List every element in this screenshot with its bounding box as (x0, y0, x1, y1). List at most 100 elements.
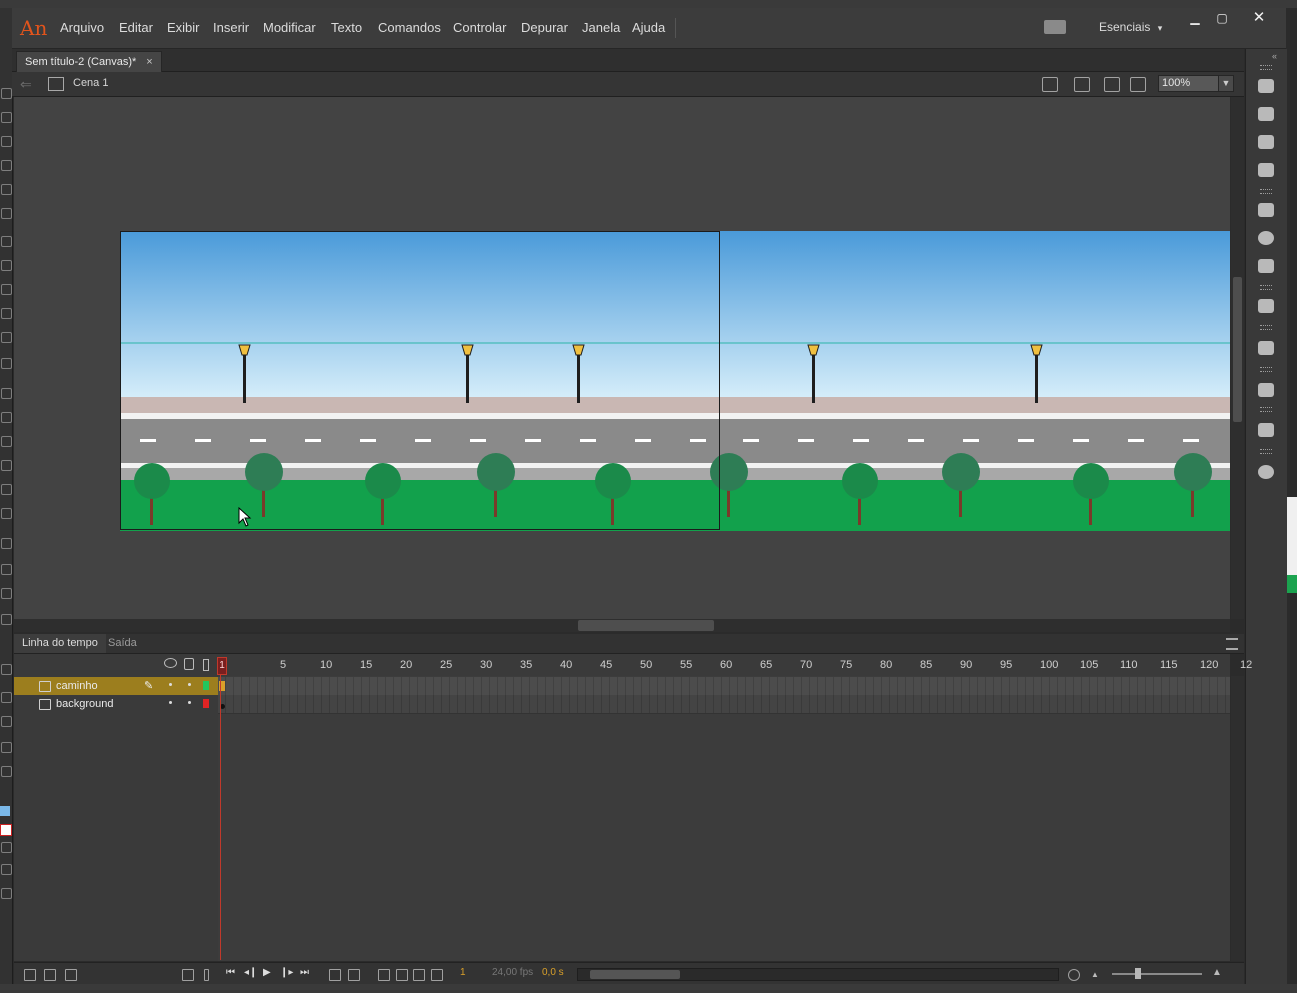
asset-warp-tool-icon[interactable] (1, 588, 12, 599)
lock-icon[interactable] (184, 658, 194, 670)
close-tab-icon[interactable]: × (146, 56, 152, 68)
library-panel-icon[interactable] (1258, 107, 1274, 121)
layer-name[interactable]: caminho (56, 680, 98, 692)
motion-presets-icon[interactable] (1258, 299, 1274, 313)
line-tool-icon[interactable] (1, 260, 12, 271)
menu-depurar[interactable]: Depurar (521, 20, 568, 35)
workspace-switcher[interactable]: Esenciais ▾ (1099, 20, 1162, 34)
zoom-in-icon[interactable]: ▲ (1212, 967, 1222, 978)
stroke-color-swatch[interactable] (0, 806, 10, 816)
pen-tool-icon[interactable] (1, 184, 12, 195)
visibility-dot[interactable] (169, 683, 172, 686)
stage-horizontal-scrollbar[interactable] (14, 619, 1230, 632)
paint-brush-tool-icon[interactable] (1, 332, 12, 343)
menu-comandos[interactable]: Comandos (378, 20, 441, 35)
color-panel-icon[interactable] (1258, 135, 1274, 149)
actions-panel-icon[interactable] (1258, 465, 1274, 479)
frame-grid[interactable] (218, 676, 1230, 961)
step-forward-icon[interactable]: ❙▸ (280, 967, 293, 978)
menu-texto[interactable]: Texto (331, 20, 362, 35)
modify-onion-markers-icon[interactable] (431, 969, 443, 981)
deco-tool-icon[interactable] (1, 614, 12, 625)
new-folder-icon[interactable] (44, 969, 56, 981)
step-back-icon[interactable]: ◂❙ (244, 967, 257, 978)
info-panel-icon[interactable] (1258, 231, 1274, 245)
menu-arquivo[interactable]: Arquivo (60, 20, 104, 35)
lock-dot[interactable] (188, 701, 191, 704)
frame-tool-icon[interactable] (1, 692, 12, 703)
new-layer-icon[interactable] (24, 969, 36, 981)
dock-grip[interactable] (1260, 407, 1272, 412)
scroll-thumb[interactable] (578, 620, 714, 631)
cc-libraries-icon[interactable] (1258, 341, 1274, 355)
collapse-dock-icon[interactable]: « (1272, 51, 1277, 61)
maximize-button[interactable]: ▢ (1211, 11, 1233, 27)
dock-grip[interactable] (1260, 449, 1272, 454)
panel-menu-icon[interactable] (1226, 638, 1238, 650)
layer-color-swatch[interactable] (203, 681, 209, 690)
edit-scene-icon[interactable] (1042, 77, 1058, 92)
paint-bucket-tool-icon[interactable] (1, 412, 12, 423)
edit-multiple-frames-icon[interactable] (413, 969, 425, 981)
transform-panel-icon[interactable] (1258, 259, 1274, 273)
rotate-tool-icon[interactable] (1, 564, 12, 575)
onion-skin-outlines-icon[interactable] (396, 969, 408, 981)
zoom-tool-icon[interactable] (1, 766, 12, 777)
frame-rate[interactable]: 24,00 fps (492, 967, 533, 978)
menu-inserir[interactable]: Inserir (213, 20, 249, 35)
menu-modificar[interactable]: Modificar (263, 20, 316, 35)
loop-icon[interactable] (329, 969, 341, 981)
elapsed-time[interactable]: 0,0 s (542, 967, 564, 978)
current-frame[interactable]: 1 (460, 967, 466, 978)
selection-tool-icon[interactable] (1, 88, 12, 99)
minimize-button[interactable]: ▁ (1184, 11, 1206, 27)
visibility-dot[interactable] (169, 701, 172, 704)
properties-panel-icon[interactable] (1258, 79, 1274, 93)
delete-layer-icon[interactable] (65, 969, 77, 981)
bar-tool-icon[interactable] (1, 664, 12, 675)
swap-colors-icon[interactable] (1, 842, 12, 853)
playhead[interactable]: 1 (217, 657, 227, 675)
brush-tool-icon[interactable] (1, 208, 12, 219)
play-icon[interactable]: ▶ (263, 967, 271, 978)
ink-bottle-tool-icon[interactable] (1, 436, 12, 447)
dock-grip[interactable] (1260, 367, 1272, 372)
layer-color-swatch[interactable] (203, 699, 209, 708)
clip-content-icon[interactable] (1130, 77, 1146, 92)
camera-icon[interactable] (182, 969, 194, 981)
snap-to-objects-icon[interactable] (1, 864, 12, 875)
frame-row-background[interactable] (218, 695, 1230, 714)
gradient-tool-icon[interactable] (1, 538, 12, 549)
menu-ajuda[interactable]: Ajuda (632, 20, 665, 35)
align-panel-icon[interactable] (1258, 203, 1274, 217)
code-snippets-icon[interactable] (1258, 383, 1274, 397)
dock-grip[interactable] (1260, 189, 1272, 194)
menu-controlar[interactable]: Controlar (453, 20, 506, 35)
timeline-zoom-slider[interactable] (1112, 973, 1202, 975)
subselection-tool-icon[interactable] (1, 112, 12, 123)
fill-color-swatch[interactable] (0, 824, 12, 836)
go-to-first-frame-icon[interactable]: ⏮ (226, 967, 235, 978)
timeline-horizontal-scrollbar[interactable] (577, 968, 1059, 981)
center-frame-icon[interactable] (348, 969, 360, 981)
zoom-dropdown-icon[interactable]: ▼ (1218, 75, 1234, 92)
layer-parenting-icon[interactable] (204, 969, 209, 981)
dock-grip[interactable] (1260, 285, 1272, 290)
scroll-thumb[interactable] (1233, 277, 1242, 422)
reset-zoom-icon[interactable] (1068, 969, 1080, 981)
edit-symbols-icon[interactable] (1074, 77, 1090, 92)
close-window-button[interactable]: ✕ (1248, 8, 1270, 26)
zoom-out-icon[interactable]: ▲ (1091, 970, 1099, 979)
width-tool-icon[interactable] (1, 484, 12, 495)
dock-grip[interactable] (1260, 65, 1272, 70)
scene-name[interactable]: Cena 1 (73, 77, 108, 89)
eyedropper-tool-icon[interactable] (1, 460, 12, 471)
menu-exibir[interactable]: Exibir (167, 20, 200, 35)
center-stage-icon[interactable] (1104, 77, 1120, 92)
menu-editar[interactable]: Editar (119, 20, 153, 35)
free-transform-tool-icon[interactable] (1, 136, 12, 147)
layer-name[interactable]: background (56, 698, 114, 710)
lock-dot[interactable] (188, 683, 191, 686)
pencil-tool-icon[interactable] (1, 308, 12, 319)
rectangle-tool-icon[interactable] (1, 284, 12, 295)
